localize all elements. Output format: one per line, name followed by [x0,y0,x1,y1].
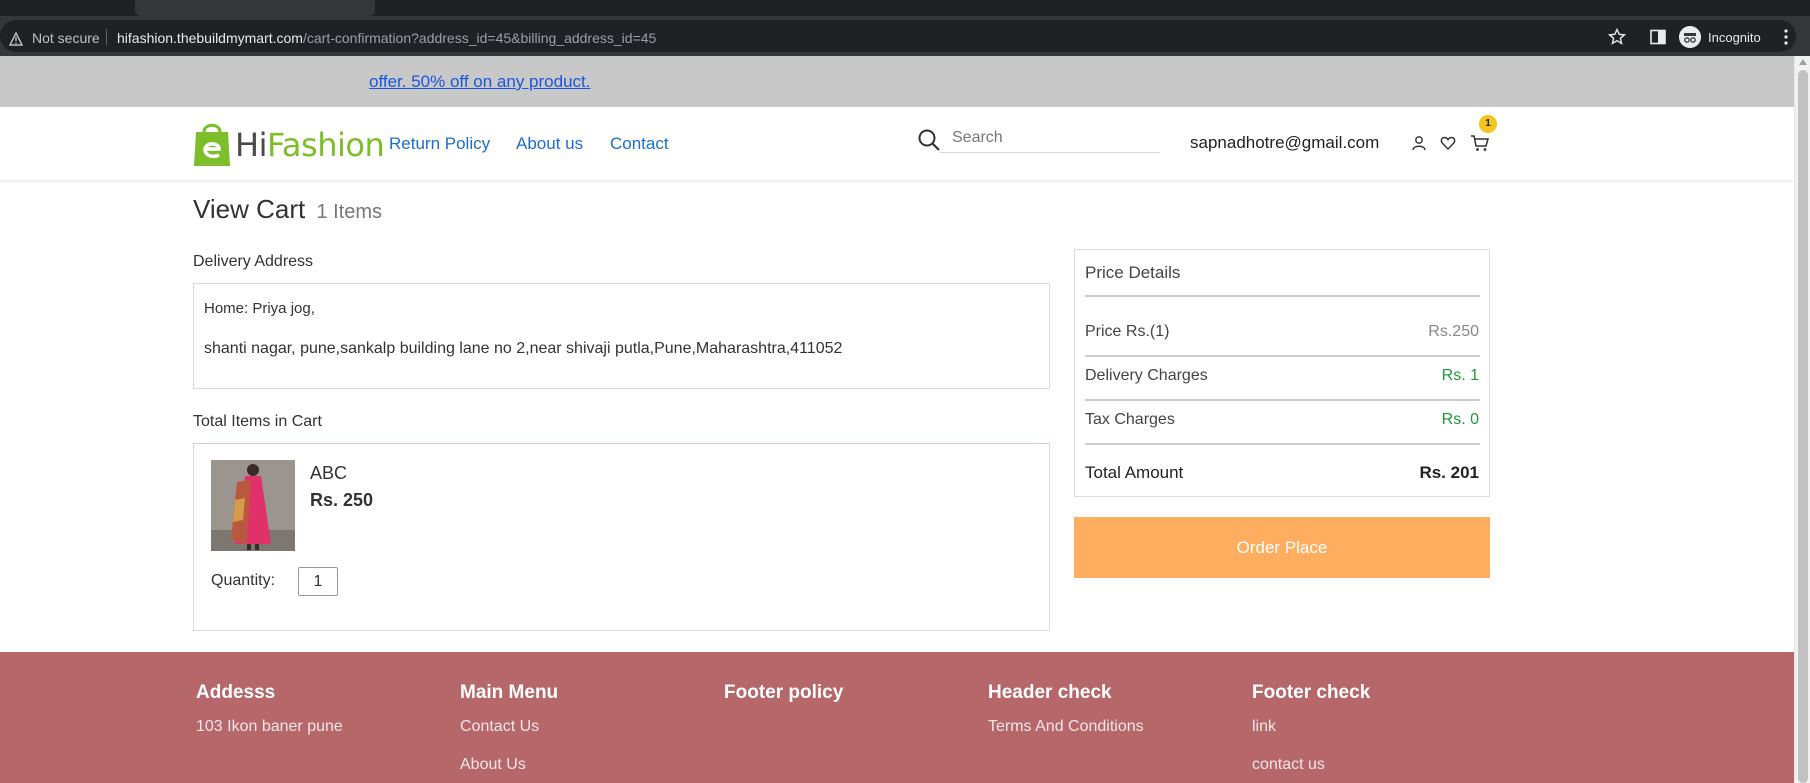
delivery-charges-label: Delivery Charges [1085,367,1208,384]
product-name[interactable]: ABC [310,463,347,484]
footer-link-contact-us[interactable]: Contact Us [460,718,710,736]
scrollbar-thumb[interactable] [1798,70,1808,783]
delivery-charges-value: Rs. 1 [1441,367,1479,384]
cart-icon[interactable] [1470,134,1490,152]
product-photo-illustration [211,460,295,551]
url-host: hifashion.thebuildmymart.com [117,30,303,46]
footer-column-header-check: Header check Terms And Conditions [988,682,1238,736]
footer-column-title: Main Menu [460,682,559,703]
cart-items-heading: Total Items in Cart [193,413,322,430]
footer-link-about-us[interactable]: About Us [460,756,710,774]
bookmark-star-icon[interactable] [1608,28,1626,46]
footer-link-contact-us-2[interactable]: contact us [1252,756,1502,774]
site-logo[interactable]: HiFashion [193,118,385,168]
price-label: Price Rs.(1) [1085,323,1170,340]
quantity-label: Quantity: [211,572,276,589]
page-title: View Cart 1 Items [193,194,382,225]
total-amount-label: Total Amount [1085,463,1184,482]
warning-icon[interactable] [9,32,23,46]
search-input[interactable] [940,123,1160,153]
footer-address-text: 103 Ikon baner pune [196,718,343,735]
footer-link-terms[interactable]: Terms And Conditions [988,718,1238,736]
search-icon[interactable] [917,128,941,152]
brand-name: HiFashion [235,126,385,164]
footer-column-main-menu: Main Menu Contact Us About Us [460,682,710,774]
brand-name-fashion: Fashion [266,126,385,164]
url-path: /cart-confirmation?address_id=45&billing… [302,30,657,46]
brand-name-hi: Hi [235,126,267,164]
incognito-label[interactable]: Incognito [1708,30,1761,45]
incognito-icon[interactable] [1679,26,1701,48]
total-amount-value: Rs. 201 [1419,463,1479,482]
cart-items-card: ABC Rs. 250 Quantity: 1 [193,443,1050,631]
delivery-address-card: Home: Priya jog, shanti nagar, pune,sank… [193,283,1050,389]
cart-items-count: 1 Items [316,201,383,223]
address-full: shanti nagar, pune,sankalp building lane… [204,340,843,357]
address-name: Home: Priya jog, [204,300,315,317]
security-label[interactable]: Not secure [32,30,100,46]
price-details-heading: Price Details [1085,263,1181,282]
divider [1085,295,1480,297]
address-divider [106,29,107,45]
quantity-input[interactable]: 1 [298,567,338,596]
tax-charges-value: Rs. 0 [1441,411,1479,428]
user-email[interactable]: sapnadhotre@gmail.com [1190,133,1379,153]
nav-contact[interactable]: Contact [610,134,669,154]
footer-link-link[interactable]: link [1252,718,1502,736]
footer-column-footer-check: Footer check link contact us [1252,682,1502,774]
heart-icon[interactable] [1440,135,1456,151]
active-tab[interactable] [135,0,375,16]
product-image[interactable] [211,460,295,551]
scroll-up-icon[interactable] [1799,59,1807,65]
cart-count-badge: 1 [1479,115,1497,133]
footer-column-policy: Footer policy [724,682,974,704]
delivery-address-heading: Delivery Address [193,253,314,270]
shopping-bag-logo-icon [194,123,230,166]
url-text[interactable]: hifashion.thebuildmymart.com/cart-confir… [117,30,656,46]
site-footer: Addesss 103 Ikon baner pune Main Menu Co… [0,652,1794,783]
footer-column-title: Footer check [1252,682,1371,703]
promo-banner: offer. 50% off on any product. [0,56,1794,107]
nav-return-policy[interactable]: Return Policy [389,134,490,154]
browser-menu-icon[interactable] [1784,29,1788,45]
page: offer. 50% off on any product. HiFashion… [0,56,1794,783]
price-value: Rs.250 [1428,323,1479,340]
browser-toolbar: Not secure hifashion.thebuildmymart.com/… [0,16,1810,56]
footer-column-title: Footer policy [724,682,844,703]
promo-link[interactable]: offer. 50% off on any product. [369,72,590,92]
divider [1085,355,1480,357]
footer-column-title: Header check [988,682,1112,703]
nav-about-us[interactable]: About us [516,134,583,154]
page-title-text: View Cart [193,194,306,224]
tax-charges-label: Tax Charges [1085,411,1175,428]
page-scrollbar[interactable] [1794,56,1810,783]
footer-column-address: Addesss 103 Ikon baner pune [196,682,446,736]
user-icon[interactable] [1411,135,1427,151]
footer-column-title: Addesss [196,682,276,703]
price-details-card: Price Details Price Rs.(1) Rs.250 Delive… [1074,249,1490,497]
divider [1085,399,1480,401]
divider [1085,443,1480,445]
address-bar[interactable]: Not secure hifashion.thebuildmymart.com/… [0,20,1796,52]
order-place-button[interactable]: Order Place [1074,517,1490,578]
site-header: HiFashion Return Policy About us Contact… [0,107,1794,180]
side-panel-icon[interactable] [1650,29,1666,45]
browser-tabstrip [0,0,1810,16]
product-price: Rs. 250 [310,490,374,510]
